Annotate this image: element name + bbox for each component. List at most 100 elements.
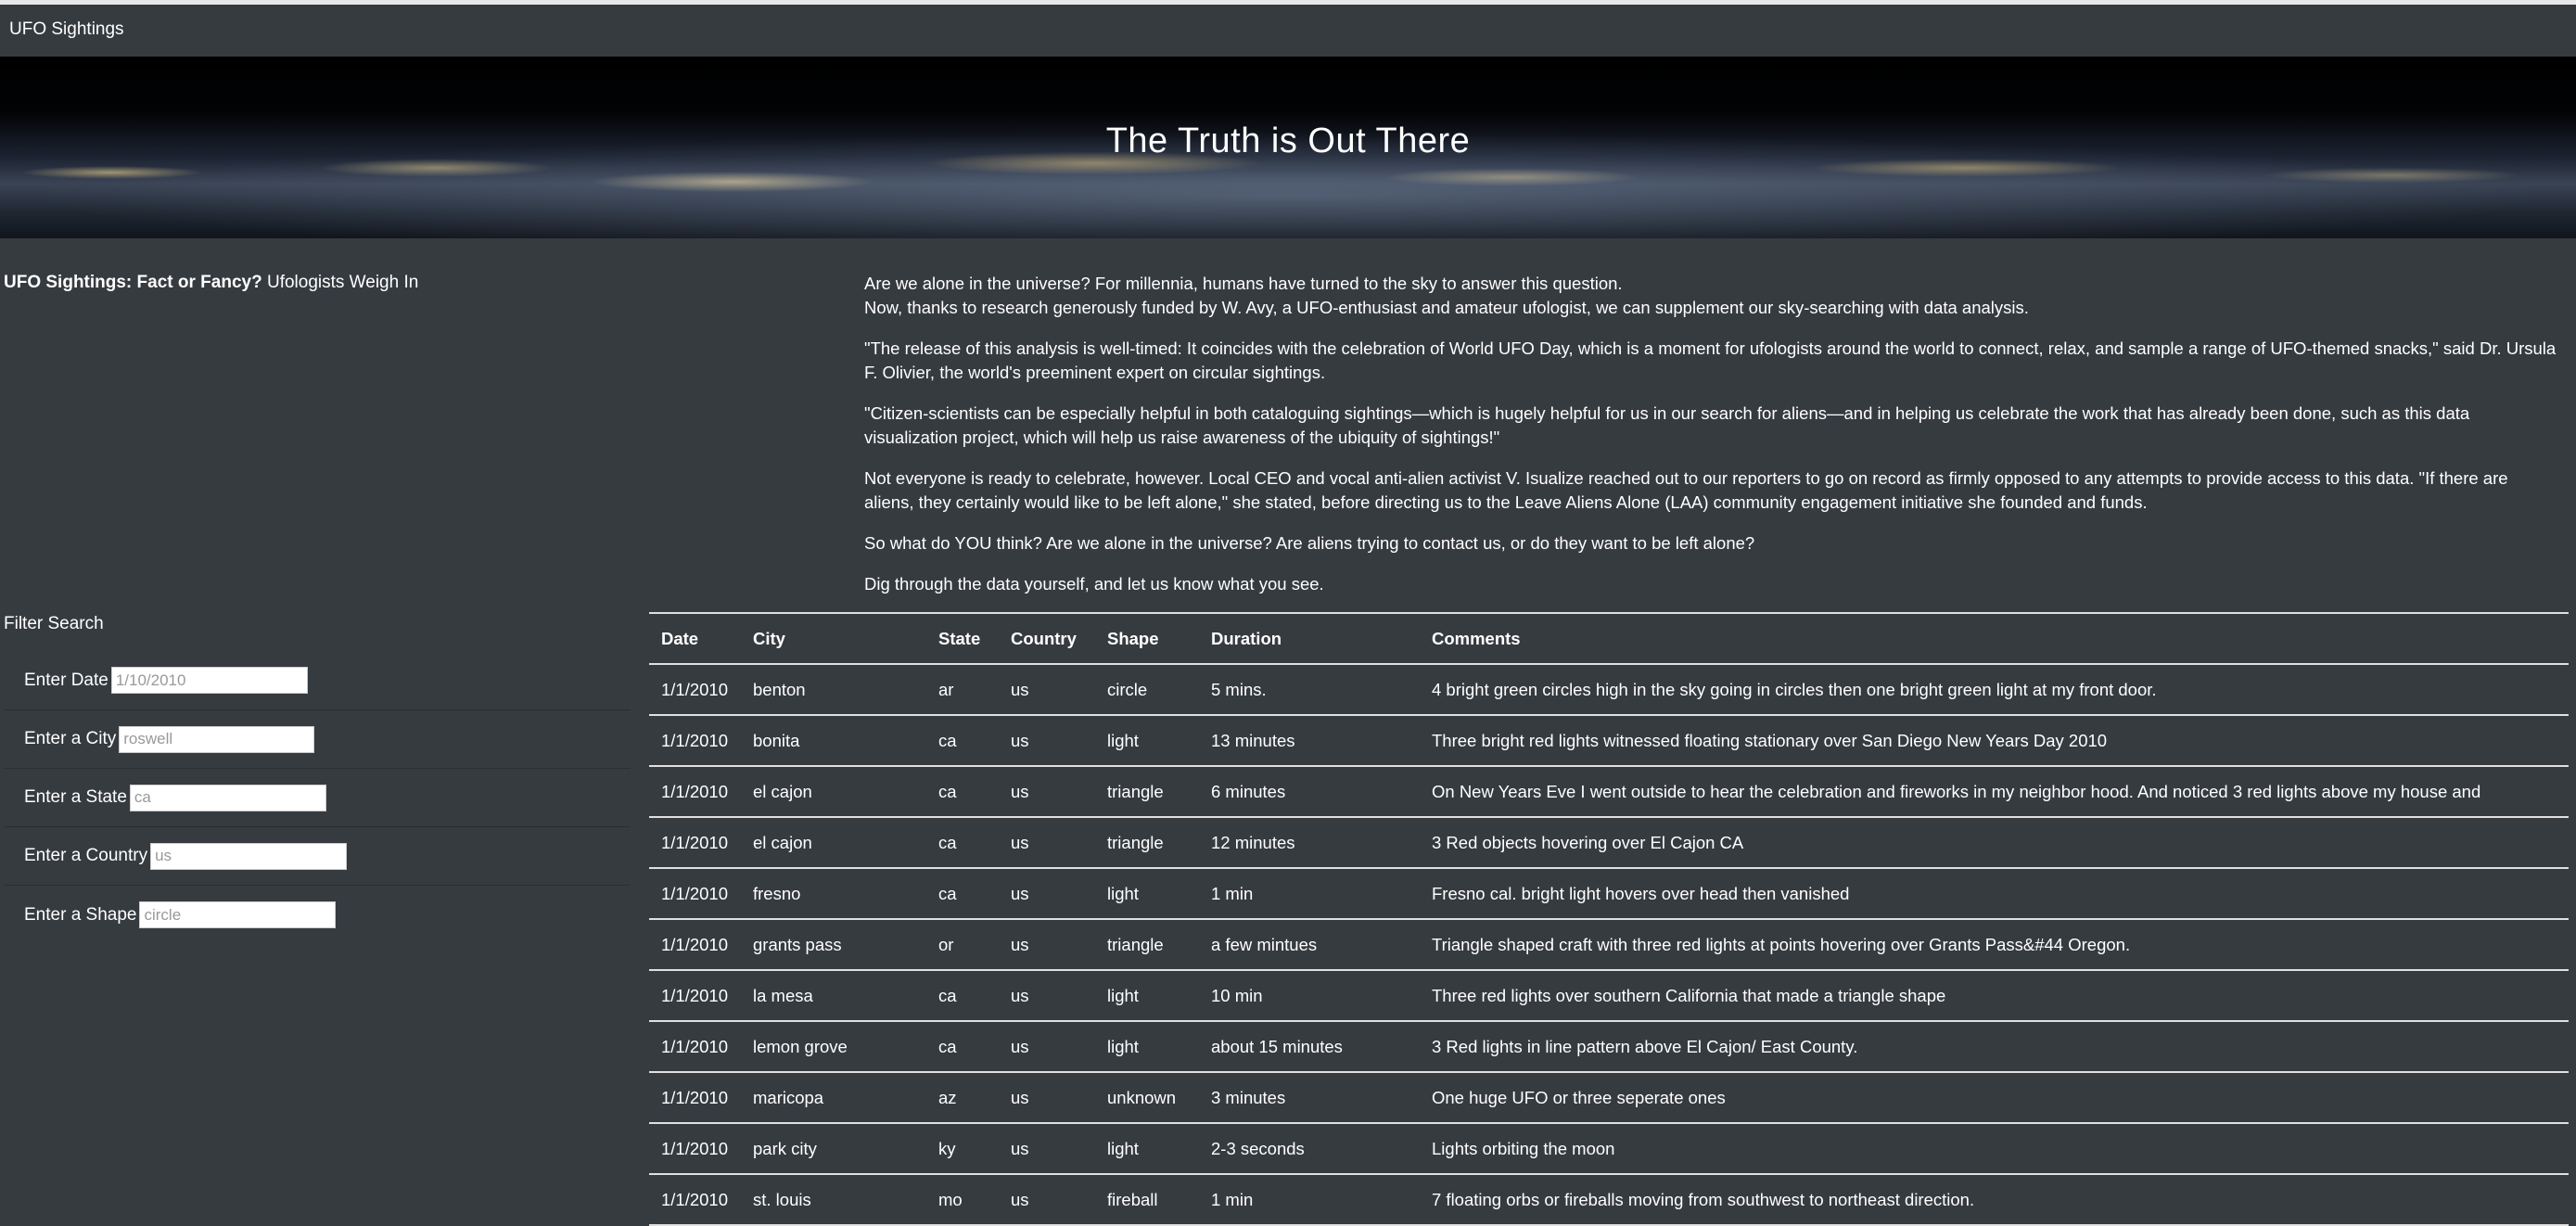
filter-list: Enter Date Enter a City Enter a State En… xyxy=(4,651,631,944)
table-row: 1/1/2010 fresno ca us light 1 min Fresno… xyxy=(649,868,2569,920)
cell-city: bonita xyxy=(753,715,938,767)
cell-duration: 2-3 seconds xyxy=(1211,1123,1432,1175)
cell-country: us xyxy=(1011,919,1107,971)
cell-city: el cajon xyxy=(753,817,938,869)
cell-state: mo xyxy=(938,1174,1011,1226)
cell-date: 1/1/2010 xyxy=(649,1174,753,1226)
filter-state: Enter a State xyxy=(4,769,631,827)
cell-state: az xyxy=(938,1072,1011,1124)
cell-country: us xyxy=(1011,664,1107,716)
cell-date: 1/1/2010 xyxy=(649,919,753,971)
filter-city-label: Enter a City xyxy=(24,729,117,748)
cell-duration: 10 min xyxy=(1211,970,1432,1022)
column-header-date[interactable]: Date xyxy=(649,612,753,665)
filter-country: Enter a Country xyxy=(4,827,631,886)
cell-country: us xyxy=(1011,868,1107,920)
city-input[interactable] xyxy=(119,725,315,753)
table-row: 1/1/2010 la mesa ca us light 10 min Thre… xyxy=(649,970,2569,1022)
cell-shape: fireball xyxy=(1107,1174,1211,1226)
cell-city: grants pass xyxy=(753,919,938,971)
date-input[interactable] xyxy=(110,667,308,694)
article-paragraph: "The release of this analysis is well-ti… xyxy=(864,338,2557,382)
table-row: 1/1/2010 el cajon ca us triangle 6 minut… xyxy=(649,766,2569,818)
cell-city: maricopa xyxy=(753,1072,938,1124)
cell-country: us xyxy=(1011,970,1107,1022)
cell-city: st. louis xyxy=(753,1174,938,1226)
cell-shape: light xyxy=(1107,1123,1211,1175)
column-header-shape[interactable]: Shape xyxy=(1107,612,1211,665)
filter-city: Enter a City xyxy=(4,710,631,769)
column-header-country[interactable]: Country xyxy=(1011,612,1107,665)
cell-country: us xyxy=(1011,715,1107,767)
article-line: Are we alone in the universe? For millen… xyxy=(864,274,1623,293)
cell-state: ca xyxy=(938,817,1011,869)
table-header-row: Date City State Country Shape Duration C… xyxy=(649,612,2569,665)
cell-city: lemon grove xyxy=(753,1021,938,1073)
cell-date: 1/1/2010 xyxy=(649,1072,753,1124)
table-row: 1/1/2010 maricopa az us unknown 3 minute… xyxy=(649,1072,2569,1124)
ufo-table: Date City State Country Shape Duration C… xyxy=(649,612,2569,1226)
cell-date: 1/1/2010 xyxy=(649,664,753,716)
cell-date: 1/1/2010 xyxy=(649,1021,753,1073)
navbar-brand[interactable]: UFO Sightings xyxy=(9,19,124,40)
cell-shape: triangle xyxy=(1107,766,1211,818)
filter-country-label: Enter a Country xyxy=(24,846,148,865)
table-row: 1/1/2010 el cajon ca us triangle 12 minu… xyxy=(649,817,2569,869)
column-header-comments[interactable]: Comments xyxy=(1432,612,2569,665)
cell-duration: 6 minutes xyxy=(1211,766,1432,818)
article-paragraph: So what do YOU think? Are we alone in th… xyxy=(864,533,1755,553)
ufo-table-container: Date City State Country Shape Duration C… xyxy=(649,612,2569,1226)
cell-comments: One huge UFO or three seperate ones xyxy=(1432,1072,2569,1124)
cell-comments: 3 Red objects hovering over El Cajon CA xyxy=(1432,817,2569,869)
filter-shape-label: Enter a Shape xyxy=(24,904,137,925)
cell-shape: light xyxy=(1107,715,1211,767)
cell-comments: 3 Red lights in line pattern above El Ca… xyxy=(1432,1021,2569,1073)
article-paragraph: Are we alone in the universe? For millen… xyxy=(864,272,2561,320)
cell-state: ky xyxy=(938,1123,1011,1175)
cell-duration: 1 min xyxy=(1211,868,1432,920)
table-row: 1/1/2010 grants pass or us triangle a fe… xyxy=(649,919,2569,971)
filter-date: Enter Date xyxy=(4,651,631,710)
cell-state: ca xyxy=(938,868,1011,920)
shape-input[interactable] xyxy=(139,901,337,928)
article-heading: UFO Sightings: Fact or Fancy? Ufologists… xyxy=(4,273,418,293)
article-heading-bold: UFO Sightings: Fact or Fancy? xyxy=(4,273,262,292)
state-input[interactable] xyxy=(129,784,326,811)
filter-search-title: Filter Search xyxy=(4,614,104,633)
article-line: Now, thanks to research generously funde… xyxy=(864,298,2029,317)
column-header-state[interactable]: State xyxy=(938,612,1011,665)
cell-city: park city xyxy=(753,1123,938,1175)
cell-comments: Fresno cal. bright light hovers over hea… xyxy=(1432,868,2569,920)
navbar: UFO Sightings xyxy=(0,5,2576,57)
cell-date: 1/1/2010 xyxy=(649,970,753,1022)
cell-city: el cajon xyxy=(753,766,938,818)
cell-shape: light xyxy=(1107,1021,1211,1073)
table-row: 1/1/2010 park city ky us light 2-3 secon… xyxy=(649,1123,2569,1175)
cell-comments: Three bright red lights witnessed floati… xyxy=(1432,715,2569,767)
cell-duration: 12 minutes xyxy=(1211,817,1432,869)
cell-state: ca xyxy=(938,766,1011,818)
cell-comments: 7 floating orbs or fireballs moving from… xyxy=(1432,1174,2569,1226)
cell-state: ca xyxy=(938,970,1011,1022)
column-header-city[interactable]: City xyxy=(753,612,938,665)
table-row: 1/1/2010 lemon grove ca us light about 1… xyxy=(649,1021,2569,1073)
cell-date: 1/1/2010 xyxy=(649,868,753,920)
cell-shape: triangle xyxy=(1107,919,1211,971)
cell-state: ar xyxy=(938,664,1011,716)
cell-state: or xyxy=(938,919,1011,971)
filter-state-label: Enter a State xyxy=(24,787,127,807)
article-paragraph: Not everyone is ready to celebrate, howe… xyxy=(864,468,2508,512)
cell-comments: On New Years Eve I went outside to hear … xyxy=(1432,766,2569,818)
column-header-duration[interactable]: Duration xyxy=(1211,612,1432,665)
cell-duration: 5 mins. xyxy=(1211,664,1432,716)
cell-country: us xyxy=(1011,817,1107,869)
country-input[interactable] xyxy=(150,842,348,870)
cell-state: ca xyxy=(938,1021,1011,1073)
cell-shape: light xyxy=(1107,970,1211,1022)
hero-banner: The Truth is Out There xyxy=(0,57,2576,238)
cell-date: 1/1/2010 xyxy=(649,817,753,869)
cell-state: ca xyxy=(938,715,1011,767)
cell-city: la mesa xyxy=(753,970,938,1022)
cell-date: 1/1/2010 xyxy=(649,766,753,818)
article-body: Are we alone in the universe? For millen… xyxy=(864,272,2561,613)
